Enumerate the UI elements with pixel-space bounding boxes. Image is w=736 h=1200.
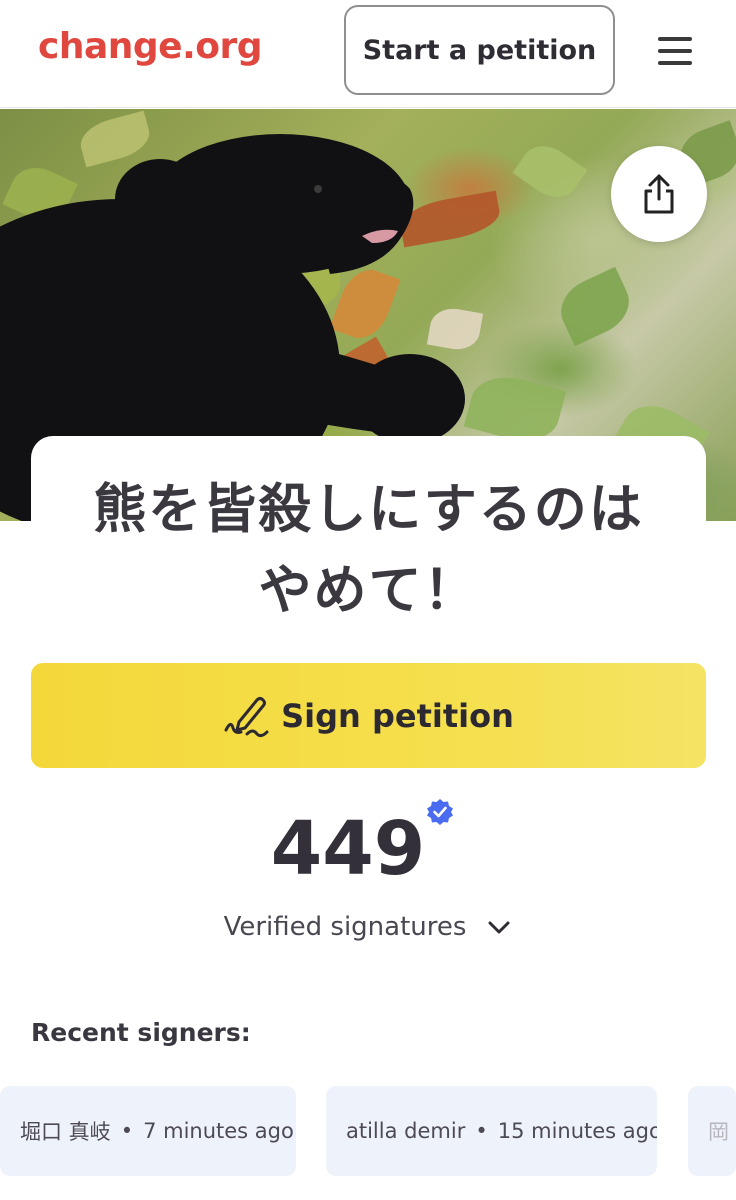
separator-dot: • (475, 1119, 488, 1143)
signer-card: atilla demir • 15 minutes ago (326, 1086, 657, 1176)
signer-time: 15 minutes ago (497, 1119, 657, 1143)
sign-petition-button[interactable]: Sign petition (31, 663, 706, 768)
signer-card: 堀口 真岐 • 7 minutes ago (0, 1086, 296, 1176)
signer-name: atilla demir (346, 1119, 466, 1143)
sign-petition-label: Sign petition (281, 696, 514, 735)
verified-signatures-label: Verified signatures (223, 912, 467, 942)
signature-pen-icon (224, 696, 269, 737)
separator-dot: • (120, 1119, 134, 1143)
hamburger-icon[interactable] (656, 35, 696, 67)
share-icon (644, 174, 674, 214)
recent-signers-heading: Recent signers: (31, 1018, 251, 1047)
verified-check-icon (427, 799, 453, 825)
petition-title: 熊を皆殺しにするのは やめて！ (31, 470, 706, 631)
petition-title-line-1: 熊を皆殺しにするのは (93, 479, 644, 540)
signer-name: 岡 (708, 1120, 729, 1144)
signer-time: 7 minutes ago (143, 1119, 294, 1143)
change-org-logo[interactable]: change.org (38, 26, 263, 67)
chevron-down-icon[interactable] (486, 914, 512, 940)
share-button[interactable] (611, 146, 707, 242)
signer-name: 堀口 真岐 (20, 1120, 111, 1144)
petition-title-line-2: やめて！ (258, 559, 479, 621)
signer-card: 岡 (688, 1086, 736, 1176)
verified-signatures-toggle[interactable]: Verified signatures (0, 912, 736, 942)
top-header: change.org Start a petition (0, 0, 736, 108)
start-petition-button[interactable]: Start a petition (344, 5, 615, 95)
signature-count: 449 (270, 806, 426, 892)
